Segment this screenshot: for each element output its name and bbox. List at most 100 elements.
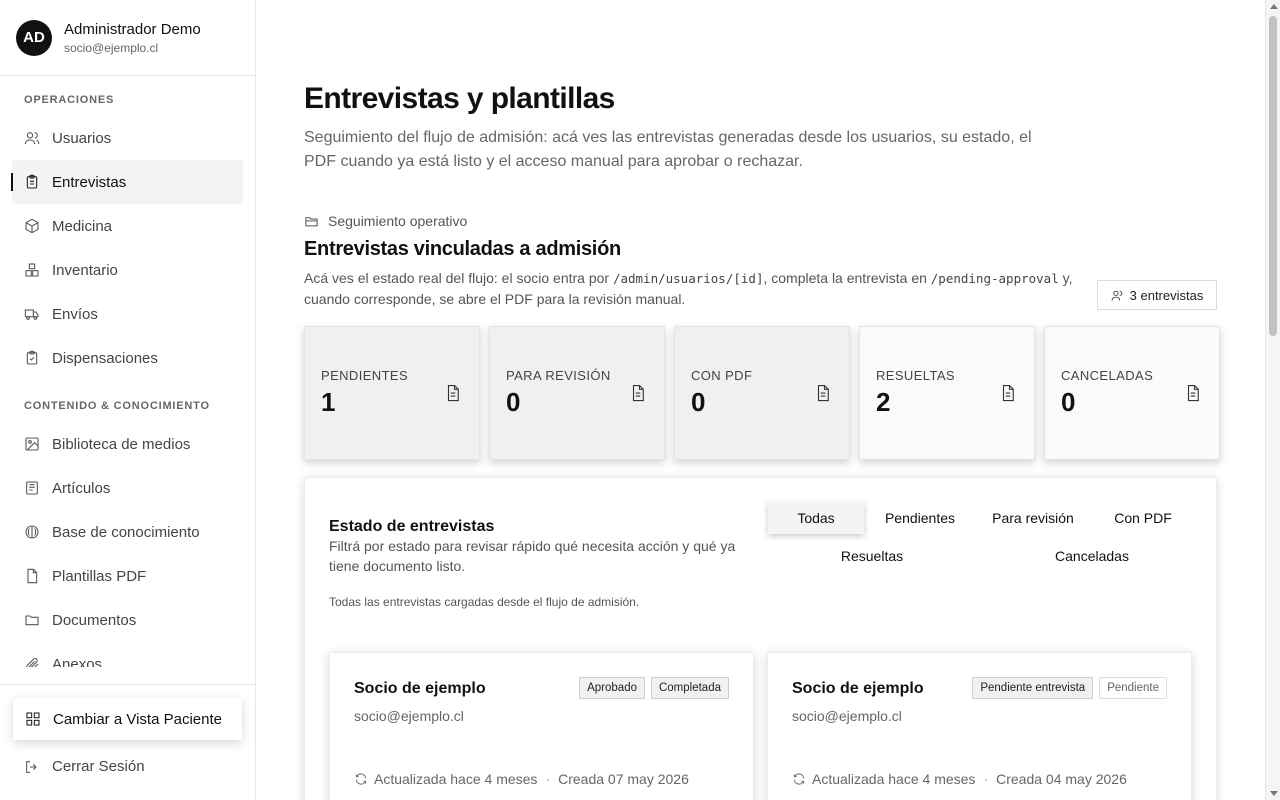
card-email: socio@ejemplo.cl <box>792 708 902 724</box>
count-label: 3 entrevistas <box>1129 287 1204 303</box>
user-block[interactable]: AD Administrador Demo socio@ejemplo.cl <box>0 0 255 76</box>
user-name: Administrador Demo <box>64 20 201 38</box>
paperclip-icon <box>24 656 40 667</box>
interview-card[interactable]: Socio de ejemplo socio@ejemplo.cl Aproba… <box>329 652 754 800</box>
sidebar-item-label: Anexos <box>52 655 103 668</box>
clipboard-check-icon <box>24 350 40 366</box>
sidebar-item-label: Artículos <box>52 479 111 497</box>
stat-value: 0 <box>506 387 521 417</box>
section-title-operaciones: OPERACIONES <box>24 94 115 106</box>
stat-value: 1 <box>321 387 336 417</box>
stat-label: CANCELADAS <box>1061 368 1154 383</box>
status-filter-tabs: Todas Pendientes Para revisión Con PDF R… <box>768 502 1198 582</box>
stat-card-para-revision[interactable]: PARA REVISIÓN 0 <box>489 326 665 460</box>
section-kicker: Seguimiento operativo <box>304 213 467 229</box>
sidebar-item-label: Inventario <box>52 261 118 279</box>
file-text-icon <box>629 384 647 407</box>
stat-card-con-pdf[interactable]: CON PDF 0 <box>674 326 850 460</box>
sidebar-item-dispensaciones[interactable]: Dispensaciones <box>12 336 243 380</box>
desc-text: Acá ves el estado real del flujo: el soc… <box>304 270 613 286</box>
scroll-up-arrow[interactable] <box>1270 4 1278 9</box>
sidebar-item-label: Envíos <box>52 305 98 323</box>
sidebar-item-label: Biblioteca de medios <box>52 435 191 453</box>
card-created: Creada 04 may 2026 <box>996 771 1127 787</box>
image-icon <box>24 436 40 452</box>
separator: · <box>983 771 989 787</box>
sidebar-item-label: Documentos <box>52 611 137 629</box>
stat-card-canceladas[interactable]: CANCELADAS 0 <box>1044 326 1220 460</box>
panel-title: Estado de entrevistas <box>329 518 495 535</box>
boxes-icon <box>24 262 40 278</box>
sidebar-item-label: Plantillas PDF <box>52 567 147 585</box>
desc-text: , completa la entrevista en <box>763 270 931 286</box>
sidebar-item-label: Entrevistas <box>52 173 127 191</box>
desc-code-path: /pending-approval <box>930 271 1059 286</box>
avatar: AD <box>16 19 52 56</box>
sidebar-item-plantillas-pdf[interactable]: Plantillas PDF <box>12 554 243 598</box>
stat-card-pendientes[interactable]: PENDIENTES 1 <box>304 326 480 460</box>
filter-canceladas[interactable]: Canceladas <box>1032 540 1152 572</box>
status-badge: Pendiente entrevista <box>972 677 1094 699</box>
sidebar-nav[interactable]: OPERACIONES Usuarios Entrevistas Medicin… <box>0 77 255 667</box>
stat-label: CON PDF <box>691 368 753 383</box>
scroll-down-arrow[interactable] <box>1270 791 1278 796</box>
page-description: Seguimiento del flujo de admisión: acá v… <box>304 129 1032 170</box>
stat-value: 0 <box>691 387 706 417</box>
section-title: Entrevistas vinculadas a admisión <box>304 238 621 260</box>
clipboard-icon <box>24 174 40 190</box>
sidebar-item-documentos[interactable]: Documentos <box>12 598 243 642</box>
stat-value: 0 <box>1061 387 1076 417</box>
card-meta: Actualizada hace 4 meses · Creada 04 may… <box>792 771 1127 787</box>
interview-card[interactable]: Socio de ejemplo socio@ejemplo.cl Pendie… <box>767 652 1192 800</box>
filter-pendientes[interactable]: Pendientes <box>872 502 968 534</box>
file-text-icon <box>444 384 462 407</box>
stat-card-resueltas[interactable]: RESUELTAS 2 <box>859 326 1035 460</box>
card-badges: Aprobado Completada <box>579 677 729 699</box>
status-badge: Pendiente <box>1099 677 1167 699</box>
filter-con-pdf[interactable]: Con PDF <box>1098 502 1188 534</box>
sidebar-item-base-conocimiento[interactable]: Base de conocimiento <box>12 510 243 554</box>
sidebar-item-label: Dispensaciones <box>52 349 158 367</box>
newspaper-icon <box>24 480 40 496</box>
page-title: Entrevistas y plantillas <box>304 82 615 115</box>
page-scrollbar[interactable] <box>1265 0 1280 800</box>
user-email: socio@ejemplo.cl <box>64 40 159 55</box>
logout-button[interactable]: Cerrar Sesión <box>24 758 145 775</box>
card-name: Socio de ejemplo <box>792 680 924 697</box>
sidebar-item-envios[interactable]: Envíos <box>12 292 243 336</box>
card-email: socio@ejemplo.cl <box>354 708 464 724</box>
sidebar-item-articulos[interactable]: Artículos <box>12 466 243 510</box>
status-badge: Aprobado <box>579 677 645 699</box>
interview-status-panel: Estado de entrevistas Filtrá por estado … <box>304 477 1217 800</box>
sidebar-item-inventario[interactable]: Inventario <box>12 248 243 292</box>
card-badges: Pendiente entrevista Pendiente <box>972 677 1167 699</box>
panel-description: Filtrá por estado para revisar rápido qu… <box>329 538 736 574</box>
switch-patient-view-button[interactable]: Cambiar a Vista Paciente <box>13 698 242 740</box>
app-window: AD Administrador Demo socio@ejemplo.cl O… <box>0 0 1280 800</box>
stat-label: PARA REVISIÓN <box>506 368 611 383</box>
scroll-thumb[interactable] <box>1269 16 1277 336</box>
sidebar-item-label: Base de conocimiento <box>52 523 200 541</box>
refresh-icon <box>793 773 805 785</box>
sidebar-item-biblioteca[interactable]: Biblioteca de medios <box>12 422 243 466</box>
refresh-icon <box>355 773 367 785</box>
card-name: Socio de ejemplo <box>354 680 486 697</box>
card-created: Creada 07 may 2026 <box>558 771 689 787</box>
sidebar-item-label: Usuarios <box>52 129 112 147</box>
filter-todas[interactable]: Todas <box>768 502 864 534</box>
sidebar-footer: Cambiar a Vista Paciente Cerrar Sesión <box>0 684 255 800</box>
filter-resueltas[interactable]: Resueltas <box>818 540 926 572</box>
stat-label: PENDIENTES <box>321 368 409 383</box>
sidebar-item-medicina[interactable]: Medicina <box>12 204 243 248</box>
sidebar-item-usuarios[interactable]: Usuarios <box>12 116 243 160</box>
main-content: Entrevistas y plantillas Seguimiento del… <box>257 0 1265 800</box>
filter-para-revision[interactable]: Para revisión <box>978 502 1088 534</box>
sidebar-item-entrevistas[interactable]: Entrevistas <box>11 160 243 204</box>
logout-icon <box>26 760 37 773</box>
card-updated: Actualizada hace 4 meses <box>374 771 538 787</box>
section-description: Acá ves el estado real del flujo: el soc… <box>304 268 1084 310</box>
file-text-icon <box>999 384 1017 407</box>
users-icon <box>24 130 40 146</box>
card-updated: Actualizada hace 4 meses <box>812 771 976 787</box>
sidebar-item-anexos[interactable]: Anexos <box>12 642 243 667</box>
